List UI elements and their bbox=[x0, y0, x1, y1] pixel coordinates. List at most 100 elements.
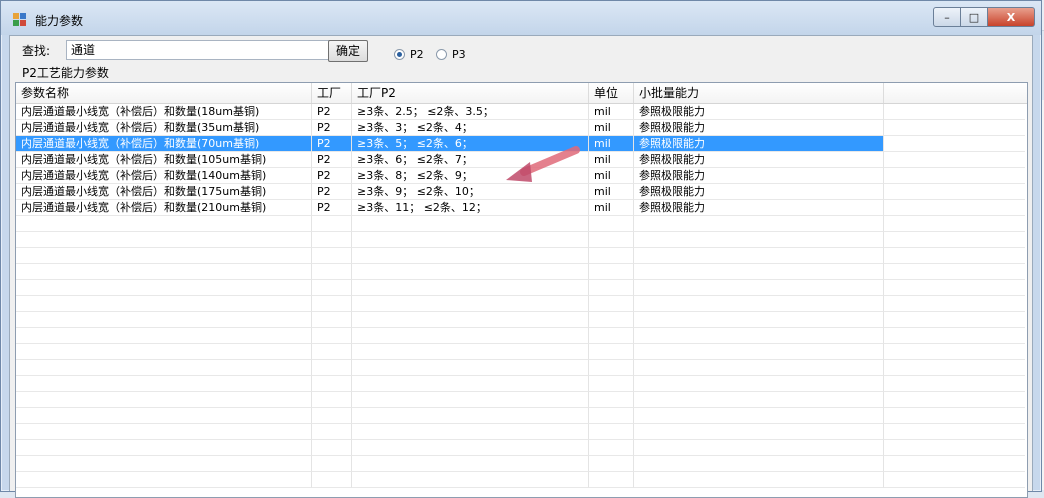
table-cell[interactable]: P2 bbox=[312, 120, 352, 136]
table-cell bbox=[312, 328, 352, 344]
table-cell[interactable]: P2 bbox=[312, 136, 352, 152]
table-cell[interactable]: 参照极限能力 bbox=[634, 184, 884, 200]
table-cell bbox=[312, 376, 352, 392]
table-cell[interactable]: P2 bbox=[312, 152, 352, 168]
column-header-factory-p2[interactable]: 工厂P2 bbox=[352, 83, 589, 103]
table-cell bbox=[312, 264, 352, 280]
table-cell bbox=[16, 248, 312, 264]
column-header-factory[interactable]: 工厂 bbox=[312, 83, 352, 103]
table-cell bbox=[352, 440, 589, 456]
table-cell[interactable]: ≥3条、9； ≤2条、10； bbox=[352, 184, 589, 200]
table-cell bbox=[589, 232, 634, 248]
table-cell[interactable]: mil bbox=[589, 104, 634, 120]
table-cell bbox=[884, 440, 1025, 456]
table-cell[interactable]: 参照极限能力 bbox=[634, 200, 884, 216]
table-row[interactable]: 内层通道最小线宽（补偿后）和数量(18um基铜) P2 ≥3条、2.5； ≤2条、3… bbox=[16, 104, 1027, 120]
table-cell bbox=[16, 456, 312, 472]
table-cell[interactable]: P2 bbox=[312, 184, 352, 200]
table-cell[interactable]: 参照极限能力 bbox=[634, 168, 884, 184]
table-row[interactable]: 内层通道最小线宽（补偿后）和数量(35um基铜) P2 ≥3条、3； ≤2条、4； m… bbox=[16, 120, 1027, 136]
table-cell[interactable]: ≥3条、2.5； ≤2条、3.5； bbox=[352, 104, 589, 120]
table-row[interactable]: 内层通道最小线宽（补偿后）和数量(70um基铜) P2 ≥3条、5； ≤2条、6； m… bbox=[16, 136, 1027, 152]
table-cell[interactable]: ≥3条、3； ≤2条、4； bbox=[352, 120, 589, 136]
close-button[interactable]: X bbox=[988, 7, 1035, 27]
window-title: 能力参数 bbox=[35, 14, 84, 28]
app-icon bbox=[13, 13, 27, 27]
table-cell bbox=[884, 392, 1025, 408]
table-cell[interactable]: ≥3条、8； ≤2条、9； bbox=[352, 168, 589, 184]
table-cell bbox=[634, 312, 884, 328]
table-cell[interactable]: mil bbox=[589, 136, 634, 152]
table-cell[interactable]: mil bbox=[589, 152, 634, 168]
table-cell bbox=[16, 472, 312, 488]
table-cell[interactable]: 参照极限能力 bbox=[634, 104, 884, 120]
radio-p3[interactable]: P3 bbox=[436, 48, 466, 61]
radio-p2-label: P2 bbox=[410, 48, 424, 61]
table-cell bbox=[352, 264, 589, 280]
table-cell bbox=[634, 344, 884, 360]
table-cell bbox=[312, 456, 352, 472]
column-header-unit[interactable]: 单位 bbox=[589, 83, 634, 103]
table-row[interactable]: 内层通道最小线宽（补偿后）和数量(210um基铜) P2 ≥3条、11； ≤2条、1… bbox=[16, 200, 1027, 216]
table-cell bbox=[884, 200, 1025, 216]
table-cell bbox=[352, 472, 589, 488]
table-cell[interactable]: mil bbox=[589, 120, 634, 136]
minimize-button[interactable]: – bbox=[933, 7, 961, 27]
table-cell bbox=[884, 360, 1025, 376]
table-row[interactable]: 内层通道最小线宽（补偿后）和数量(140um基铜) P2 ≥3条、8； ≤2条、9；… bbox=[16, 168, 1027, 184]
table-cell[interactable]: 内层通道最小线宽（补偿后）和数量(35um基铜) bbox=[16, 120, 312, 136]
empty-row bbox=[16, 328, 1027, 344]
table-cell bbox=[884, 456, 1025, 472]
table-cell[interactable]: mil bbox=[589, 200, 634, 216]
table-cell bbox=[16, 360, 312, 376]
search-input[interactable] bbox=[66, 40, 330, 60]
radio-p3-label: P3 bbox=[452, 48, 466, 61]
table-cell bbox=[312, 296, 352, 312]
table-cell bbox=[589, 408, 634, 424]
confirm-button[interactable]: 确定 bbox=[328, 40, 368, 62]
table-cell[interactable]: 内层通道最小线宽（补偿后）和数量(140um基铜) bbox=[16, 168, 312, 184]
column-header-name[interactable]: 参数名称 bbox=[16, 83, 312, 103]
table-cell bbox=[312, 344, 352, 360]
radio-unselected-icon bbox=[436, 49, 447, 60]
radio-p2[interactable]: P2 bbox=[394, 48, 424, 61]
table-cell bbox=[589, 280, 634, 296]
table-cell[interactable]: 内层通道最小线宽（补偿后）和数量(175um基铜) bbox=[16, 184, 312, 200]
table-cell[interactable]: ≥3条、5； ≤2条、6； bbox=[352, 136, 589, 152]
table-cell[interactable]: P2 bbox=[312, 200, 352, 216]
table-cell bbox=[634, 280, 884, 296]
maximize-button[interactable]: □ bbox=[961, 7, 988, 27]
table-cell[interactable]: P2 bbox=[312, 104, 352, 120]
table-cell bbox=[634, 248, 884, 264]
table-cell bbox=[352, 232, 589, 248]
table-cell[interactable]: 参照极限能力 bbox=[634, 120, 884, 136]
table-cell bbox=[589, 344, 634, 360]
table-cell[interactable]: P2 bbox=[312, 168, 352, 184]
capability-dialog: 能力参数 – □ X 查找: 确定 P2 P3 P2工艺能力参数 参数名称 工厂… bbox=[0, 0, 1042, 498]
table-row[interactable]: 内层通道最小线宽（补偿后）和数量(175um基铜) P2 ≥3条、9； ≤2条、10… bbox=[16, 184, 1027, 200]
table-cell bbox=[16, 296, 312, 312]
table-cell[interactable]: 参照极限能力 bbox=[634, 152, 884, 168]
table-cell[interactable]: mil bbox=[589, 184, 634, 200]
table-cell bbox=[16, 328, 312, 344]
table-cell[interactable]: mil bbox=[589, 168, 634, 184]
table-cell bbox=[884, 296, 1025, 312]
table-cell bbox=[634, 360, 884, 376]
table-cell bbox=[16, 424, 312, 440]
table-cell[interactable]: 内层通道最小线宽（补偿后）和数量(18um基铜) bbox=[16, 104, 312, 120]
table-cell[interactable]: 参照极限能力 bbox=[634, 136, 884, 152]
grid-rows: 内层通道最小线宽（补偿后）和数量(18um基铜) P2 ≥3条、2.5； ≤2条、3… bbox=[16, 104, 1027, 488]
table-cell[interactable]: 内层通道最小线宽（补偿后）和数量(105um基铜) bbox=[16, 152, 312, 168]
table-cell bbox=[312, 312, 352, 328]
table-cell bbox=[589, 440, 634, 456]
empty-row bbox=[16, 312, 1027, 328]
column-header-small-batch[interactable]: 小批量能力 bbox=[634, 83, 884, 103]
table-cell bbox=[884, 408, 1025, 424]
table-cell[interactable]: ≥3条、11； ≤2条、12； bbox=[352, 200, 589, 216]
table-cell[interactable]: 内层通道最小线宽（补偿后）和数量(70um基铜) bbox=[16, 136, 312, 152]
table-cell[interactable]: 内层通道最小线宽（补偿后）和数量(210um基铜) bbox=[16, 200, 312, 216]
table-cell bbox=[16, 264, 312, 280]
table-cell bbox=[884, 120, 1025, 136]
table-cell[interactable]: ≥3条、6； ≤2条、7； bbox=[352, 152, 589, 168]
table-row[interactable]: 内层通道最小线宽（补偿后）和数量(105um基铜) P2 ≥3条、6； ≤2条、7；… bbox=[16, 152, 1027, 168]
